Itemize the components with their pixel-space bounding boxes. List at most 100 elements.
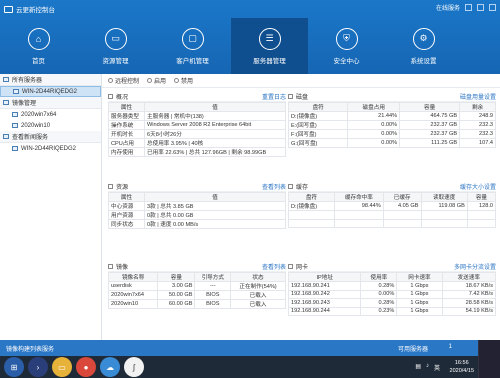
folder-icon[interactable]: ▭ [52, 357, 72, 377]
table-cell: 用户资源 [108, 210, 145, 220]
table-row: D:(镜像盘) 21.44% 464.75 GB 248.9 [287, 111, 496, 121]
window-controls: 在线服务 [436, 3, 496, 12]
shield-icon: ⛨ [335, 27, 358, 50]
sidebar-item-image-win7[interactable]: 2020win7x64 [0, 109, 101, 120]
overview-panel: 概况 重置日志 属性值 服务器类型 主服务器 | 常机中(138) 操作系统 Wind… [108, 92, 286, 174]
disk-image-icon [12, 123, 18, 128]
disk-table: 盘符 磁盘占用 容量 剩余 D:(镜像盘) 21.44% 464.75 GB 248.9 E… [287, 102, 496, 148]
table-header: 属性 [108, 192, 145, 202]
table-cell: 内存使用 [108, 147, 145, 157]
resources-link[interactable]: 查看列表 [262, 182, 286, 191]
table-cell: 3.00 GB [157, 281, 196, 291]
table-cell: 7.42 KB/s [441, 289, 497, 299]
sidebar-group-images-label: 镜像管理 [12, 101, 37, 107]
cloud-app-icon[interactable]: ☁ [100, 357, 120, 377]
table-row[interactable]: 2020win10 60.00 GB BIOS 已载入 [107, 299, 286, 309]
sidebar-group-servers-label: 所有服务器 [12, 78, 43, 84]
sidebar-item-server[interactable]: WIN-2D44RIQEDG2 [0, 86, 101, 97]
taskbar: ⊞ › ▭ ● ☁ ∫ ▤ ♪ 英 16:56 2020/4/15 [0, 356, 500, 378]
table-row [288, 210, 497, 220]
table-row: 服务器类型 主服务器 | 常机中(138) [108, 111, 286, 121]
minimize-icon[interactable] [465, 4, 472, 11]
sidebar-item-image-win10[interactable]: 2020win10 [0, 120, 101, 131]
start-icon[interactable]: ⊞ [4, 357, 24, 377]
network-tray-icon[interactable]: ▤ [415, 363, 421, 372]
table-cell: 50.00 GB [157, 290, 196, 300]
powershell-icon[interactable]: › [28, 357, 48, 377]
math-app-icon[interactable]: ∫ [124, 357, 144, 377]
cache-table: 盘符 缓存命中率 已缓存 读取速度 容量 D:(镜像盘) 98.44% 4.05 GB 119… [288, 192, 497, 228]
status-left: 镜像构建列表服务 [6, 346, 55, 353]
sidebar-group-images[interactable]: 镜像管理 [0, 97, 101, 109]
table-cell: 1 Gbps [396, 306, 443, 316]
network-panel: 网卡 多网卡分流设置 IP地址 使用率 网卡速率 发送速率 192.168.90.241… [287, 262, 497, 348]
table-cell: 192.168.90.241 [287, 281, 362, 291]
disk-panel: 磁盘 磁盘用量设置 盘符 磁盘占用 容量 剩余 D:(镜像盘) 21.44% 464.75 … [287, 92, 496, 174]
disable-label: 禁用 [181, 79, 194, 85]
resources-table: 属性值 中心资源 3款 | 总共 3.85 GB 用户资源 0款 | 总共 0.00… [108, 192, 286, 229]
resources-icon [108, 184, 113, 189]
table-header: 容量 [466, 192, 497, 202]
ime-indicator[interactable]: 英 [434, 363, 440, 372]
table-row: 内存使用 已用率 22.63% | 总共 127.96GB | 剩余 98.99G… [108, 147, 286, 157]
table-cell: 0.00% [347, 120, 401, 130]
table-row: E:(回写盘) 0.00% 232.37 GB 232.3 [287, 120, 496, 130]
table-cell [288, 218, 335, 228]
table-row [288, 218, 497, 228]
sidebar-group-view[interactable]: 查看新闻服务 [0, 131, 101, 143]
table-cell: 开机时长 [108, 129, 145, 139]
table-cell: Windows Server 2008 R2 Enterprise 64bit [144, 120, 286, 130]
nav-clients[interactable]: ▢ 客户机管理 [154, 18, 231, 74]
online-status[interactable]: 在线服务 [436, 3, 460, 12]
overview-link[interactable]: 重置日志 [262, 92, 286, 101]
table-cell: 0款 | 总共 0.00 GB [144, 210, 286, 220]
table-header: 镜像名称 [107, 272, 159, 282]
sidebar-group-servers[interactable]: 所有服务器 [0, 74, 101, 86]
maximize-icon[interactable] [477, 4, 484, 11]
nav-resources[interactable]: ▭ 资源管理 [77, 18, 154, 74]
clock[interactable]: 16:56 2020/4/15 [450, 359, 474, 375]
gear-icon: ⚙ [412, 27, 435, 50]
table-header: 剩余 [459, 102, 496, 112]
remote-control-button[interactable]: 远程控制 [108, 76, 139, 85]
server-group-icon [3, 77, 9, 82]
nav-home[interactable]: ⌂ 首页 [0, 18, 77, 74]
nav-servers[interactable]: ☰ 服务器管理 [231, 18, 308, 74]
table-header: 容量 [399, 102, 461, 112]
table-row[interactable]: 2020win7x64 50.00 GB BIOS 已载入 [107, 290, 286, 300]
table-cell: 464.75 GB [399, 111, 461, 121]
table-cell: 0款 | 速度 0.00 MB/s [144, 219, 286, 229]
table-cell: 54.19 KB/s [441, 306, 497, 316]
nav-security[interactable]: ⛨ 安全中心 [308, 18, 385, 74]
table-cell [382, 210, 422, 220]
disable-button[interactable]: 禁用 [174, 76, 193, 85]
app-title: 云更新控制台 [4, 4, 55, 14]
server-icon [13, 89, 19, 94]
table-header: IP地址 [287, 272, 362, 282]
table-cell: 2020win10 [107, 299, 159, 309]
disk-title: 磁盘 [296, 95, 309, 101]
sidebar-item-view-server[interactable]: WIN-2D44RIQEDG2 [0, 143, 101, 154]
table-cell: E:(回写盘) [287, 120, 349, 130]
cache-link[interactable]: 缓存大小设置 [460, 182, 496, 191]
close-icon[interactable] [489, 4, 496, 11]
table-cell: 总使用率 3.95% | 40核 [144, 138, 286, 148]
overview-table: 属性值 服务器类型 主服务器 | 常机中(138) 操作系统 Windows Ser… [108, 102, 286, 157]
disk-image-icon [12, 112, 18, 117]
image-link[interactable]: 查看列表 [262, 262, 286, 271]
volume-icon[interactable]: ♪ [426, 363, 429, 372]
table-header: 容量 [157, 272, 196, 282]
nav-home-label: 首页 [32, 57, 45, 65]
table-cell: F:(回写盘) [287, 129, 349, 139]
nav-settings[interactable]: ⚙ 系统设置 [385, 18, 462, 74]
table-row: 192.168.90.242 0.00% 1 Gbps 7.42 KB/s [287, 289, 497, 299]
remote-control-label: 远程控制 [115, 79, 140, 85]
network-link[interactable]: 多网卡分流设置 [454, 262, 496, 271]
resources-panel: 资源 查看列表 属性值 中心资源 3款 | 总共 3.85 GB 用户资源 0款 | … [108, 182, 286, 238]
chrome-icon[interactable]: ● [76, 357, 96, 377]
table-cell [466, 218, 497, 228]
enable-button[interactable]: 启用 [147, 76, 166, 85]
table-cell: 192.168.90.242 [287, 289, 362, 299]
disk-link[interactable]: 磁盘用量设置 [460, 92, 496, 101]
table-row[interactable]: userdisk 3.00 GB --- 正在制作(54%) [107, 281, 286, 291]
